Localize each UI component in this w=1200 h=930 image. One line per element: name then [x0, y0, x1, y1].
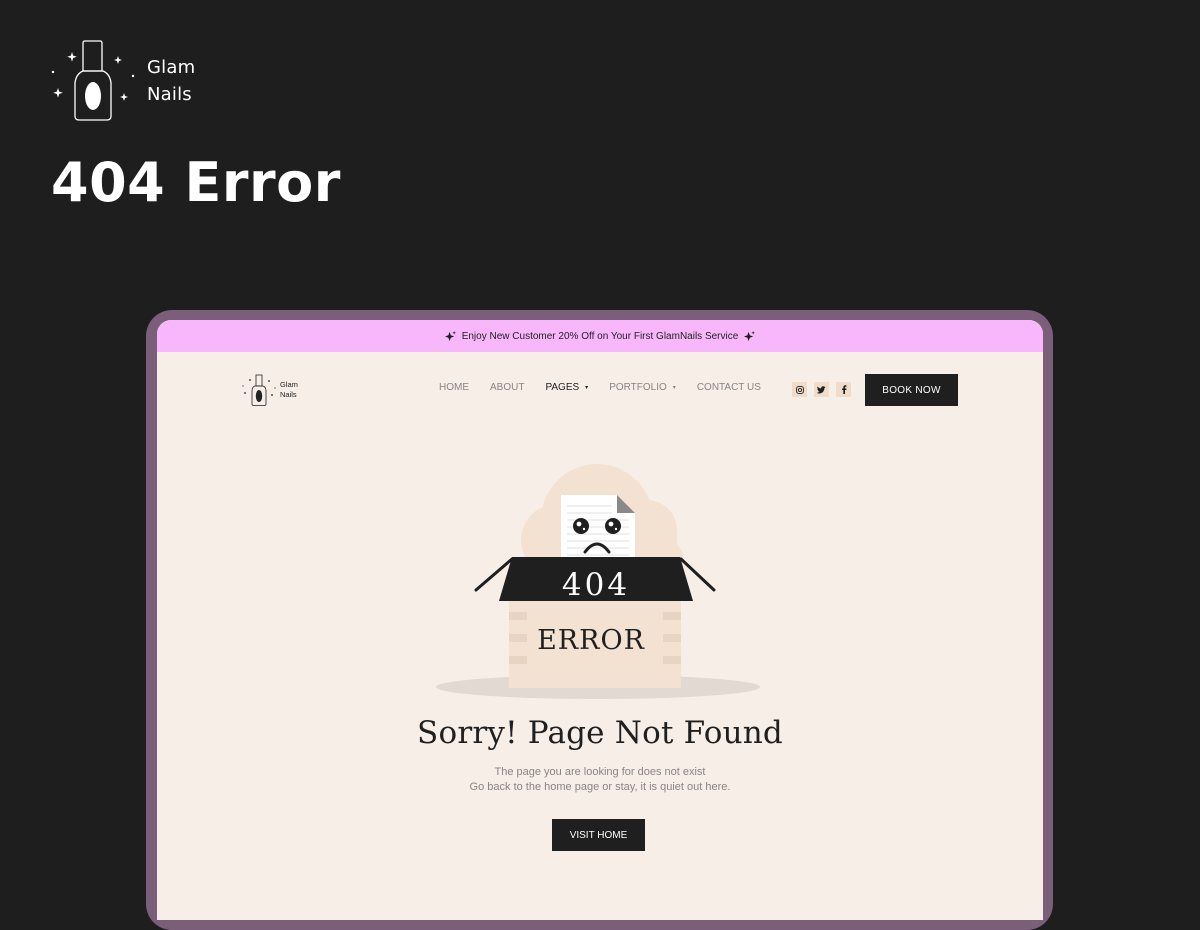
error-title: Sorry! Page Not Found: [417, 715, 783, 751]
chevron-down-icon: ▾: [672, 385, 676, 391]
brand-logo: Glam Nails: [48, 38, 195, 124]
nav-item-label: HOME: [439, 382, 469, 393]
promo-bar: Enjoy New Customer 20% Off on Your First…: [157, 320, 1043, 352]
open-box: 404 ERROR: [474, 557, 716, 688]
error-message-line2: Go back to the home page or stay, it is …: [469, 781, 731, 793]
promo-text: Enjoy New Customer 20% Off on Your First…: [461, 330, 739, 342]
nav-item-home[interactable]: HOME: [439, 382, 469, 393]
instagram-icon[interactable]: [792, 382, 807, 397]
nav-item-pages[interactable]: PAGES ▾: [545, 382, 588, 393]
error-illustration: 404 ERROR: [436, 464, 760, 699]
page-heading: 404 Error: [51, 151, 341, 214]
nav-item-label: PAGES: [545, 382, 580, 393]
sparkle-icon: [444, 330, 456, 341]
nail-polish-logo-icon: [51, 40, 135, 121]
sparkle-icon: [744, 330, 756, 341]
nav-item-portfolio[interactable]: PORTFOLIO ▾: [609, 382, 676, 393]
twitter-icon[interactable]: [814, 382, 829, 397]
brand-name-line2: Nails: [147, 84, 192, 105]
brand-name-line1: Glam: [147, 57, 196, 78]
visit-home-button[interactable]: VISIT HOME: [552, 819, 645, 851]
social-links: [792, 382, 858, 397]
facebook-icon: [841, 385, 846, 394]
box-label: ERROR: [537, 625, 645, 656]
twitter-icon: [817, 385, 826, 393]
instagram-icon: [795, 385, 804, 394]
main-nav: HOME ABOUT PAGES ▾ PORTFOLIO ▾ CONTACT U…: [439, 382, 782, 393]
nav-item-label: ABOUT: [490, 382, 525, 393]
site-logo[interactable]: Glam Nails: [241, 373, 298, 407]
error-message-line1: The page you are looking for does not ex…: [494, 766, 706, 778]
nail-polish-logo-icon: [242, 374, 276, 406]
nav-item-contact[interactable]: CONTACT US: [697, 382, 761, 393]
nav-item-label: CONTACT US: [696, 382, 761, 393]
error-message: The page you are looking for does not ex…: [157, 765, 1043, 795]
facebook-icon[interactable]: [836, 382, 851, 397]
chevron-down-icon: ▾: [585, 385, 589, 391]
site-logo-line2: Nails: [280, 390, 297, 399]
nav-item-about[interactable]: ABOUT: [490, 382, 524, 393]
site-logo-line1: Glam: [280, 380, 298, 389]
website-screen: Enjoy New Customer 20% Off on Your First…: [157, 320, 1043, 920]
nav-item-label: PORTFOLIO: [609, 382, 667, 393]
book-now-button[interactable]: BOOK NOW: [865, 374, 958, 406]
box-number: 404: [562, 567, 630, 603]
